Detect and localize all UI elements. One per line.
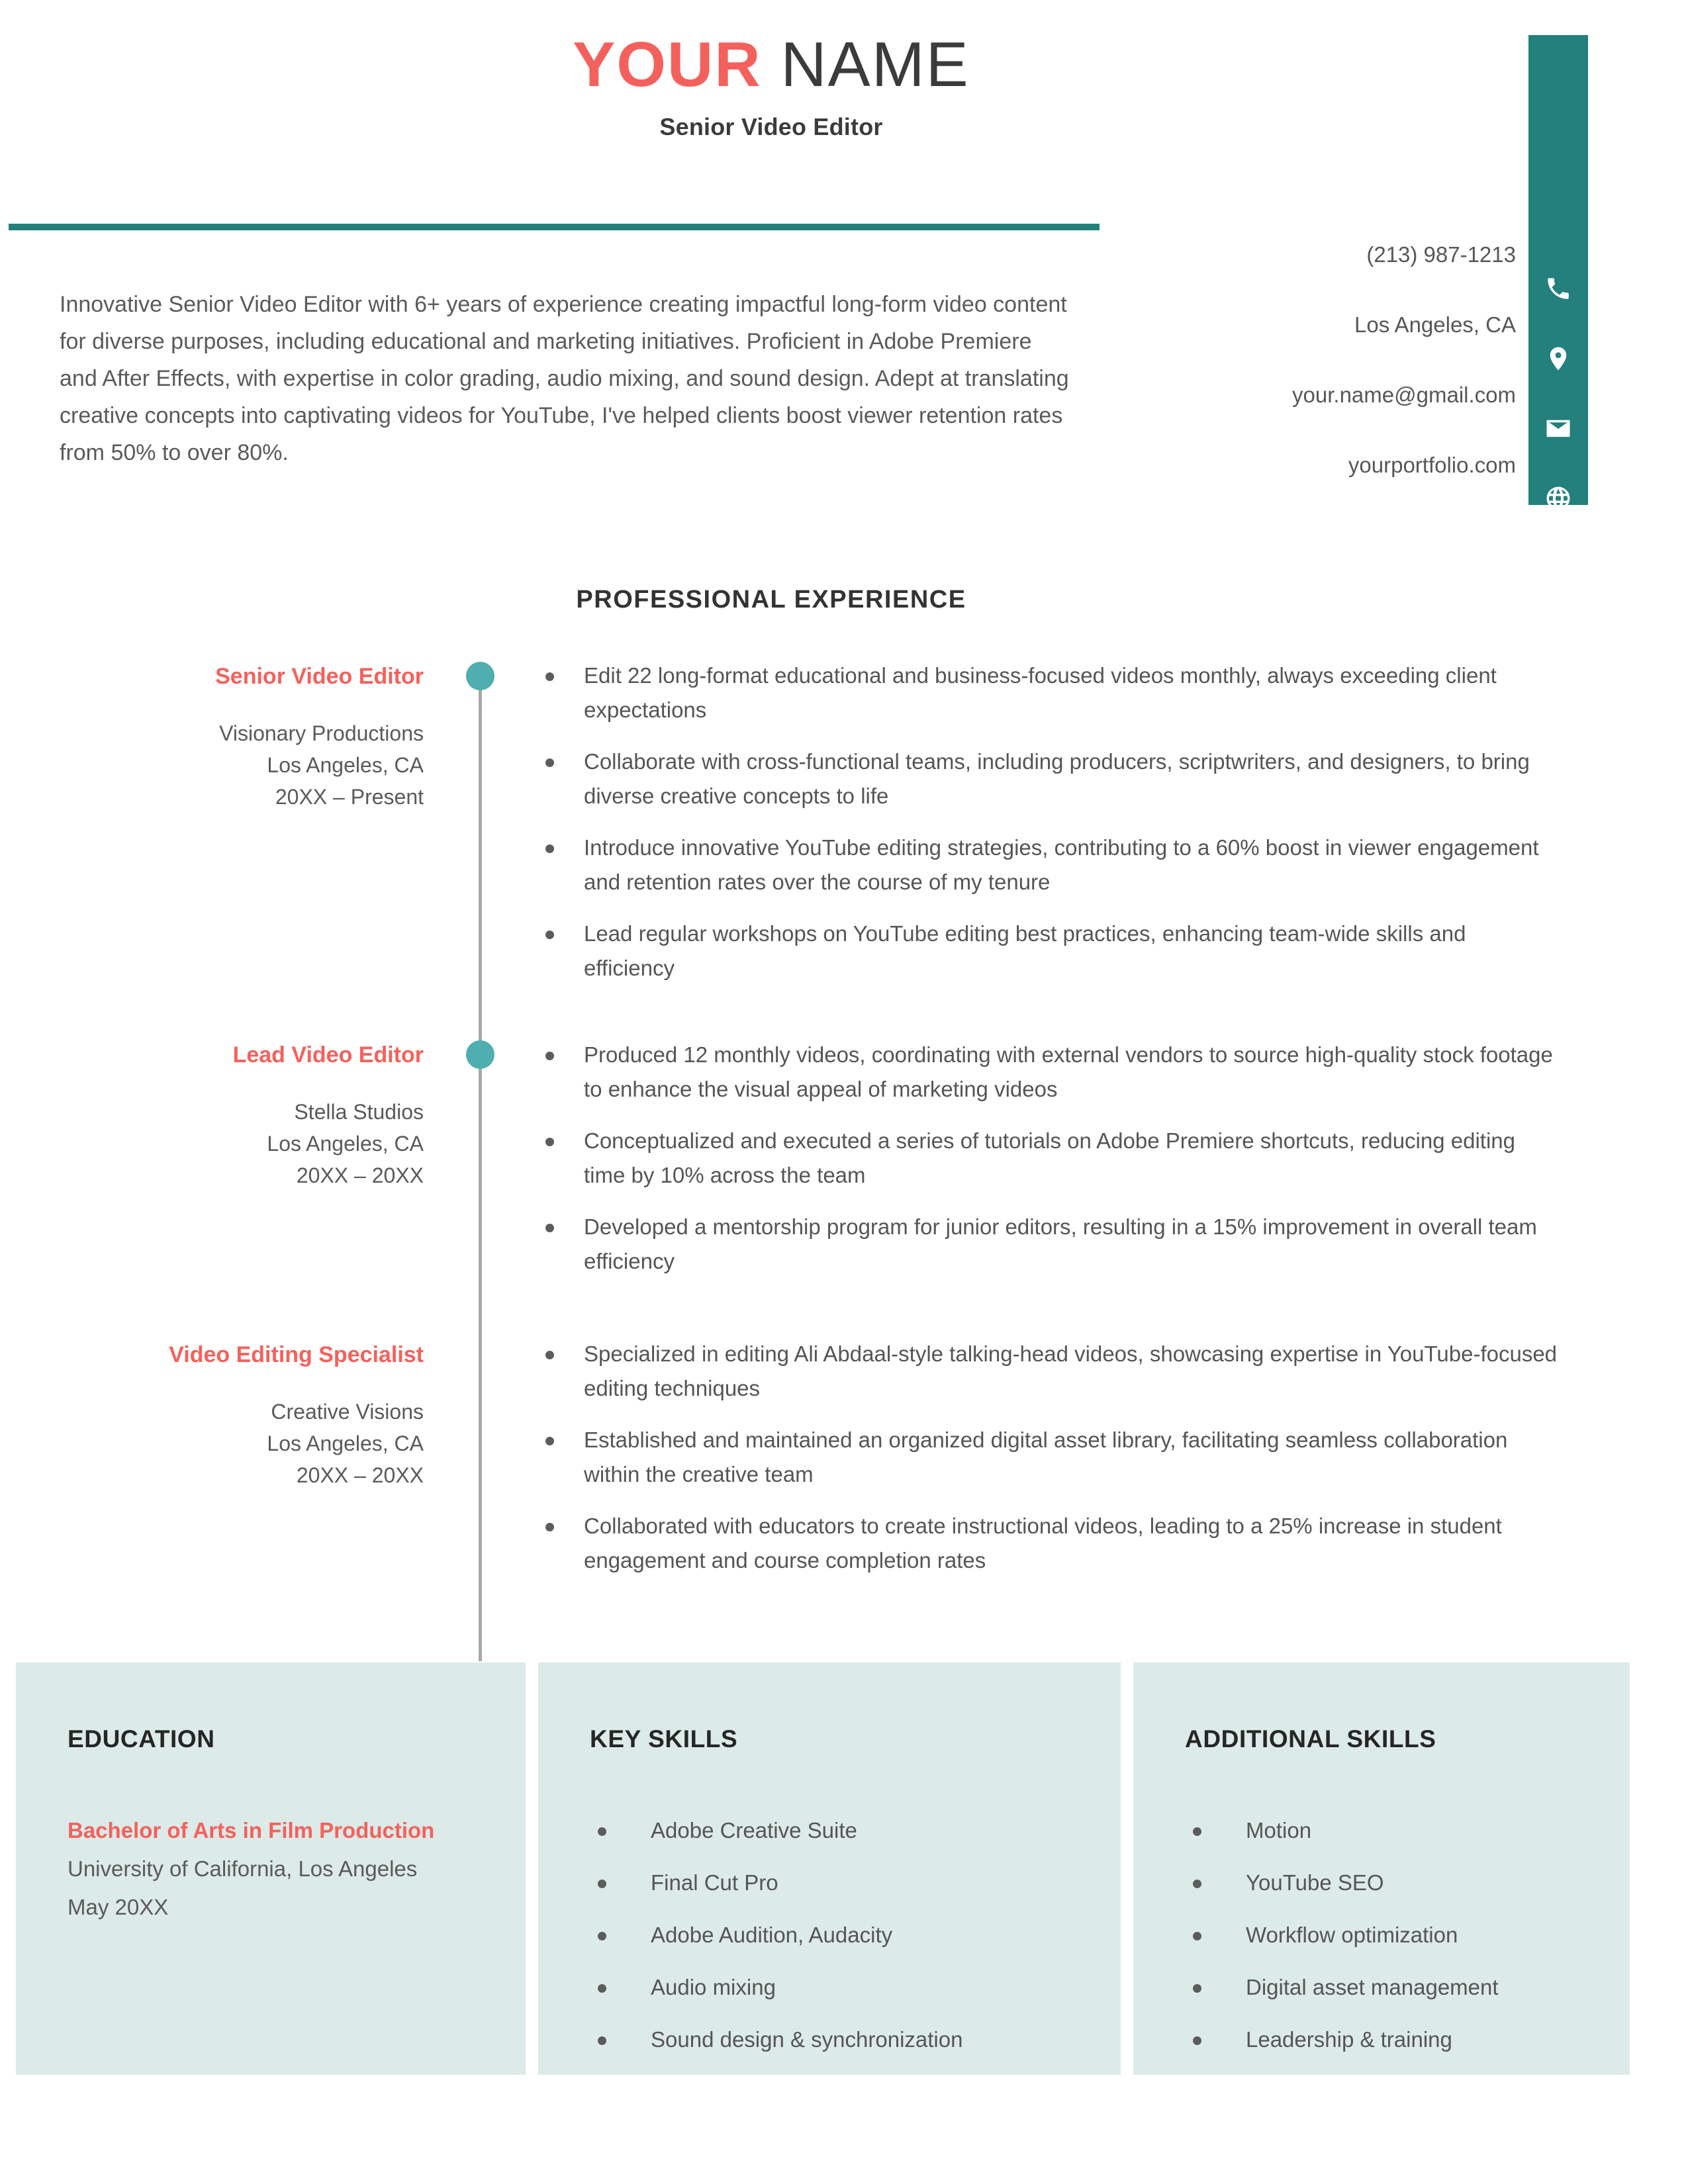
name-block: YOUR NAME Senior Video Editor (0, 29, 1542, 141)
key-skills-list: Adobe Creative Suite Final Cut Pro Adobe… (590, 1815, 1113, 2076)
experience-bullet: Produced 12 monthly videos, coordinating… (530, 1038, 1562, 1107)
experience-company: Stella Studios (294, 1100, 424, 1124)
additional-skill-item: Digital asset management (1185, 1972, 1688, 2003)
additional-skills-list: Motion YouTube SEO Workflow optimization… (1185, 1815, 1688, 2076)
section-heading-key-skills: KEY SKILLS (590, 1725, 738, 1752)
education-school: University of California, Los Angeles (68, 1856, 418, 1881)
experience-location: Los Angeles, CA (267, 753, 424, 777)
experience-bullet: Introduce innovative YouTube editing str… (530, 831, 1562, 899)
education-date: May 20XX (68, 1895, 169, 1919)
experience-bullet: Specialized in editing Ali Abdaal-style … (530, 1337, 1562, 1406)
experience-entry-bullets: Produced 12 monthly videos, coordinating… (530, 1038, 1562, 1296)
experience-entry-meta: Senior Video Editor Visionary Production… (79, 662, 424, 813)
experience-job-title: Senior Video Editor (215, 664, 424, 689)
section-heading-education: EDUCATION (68, 1725, 215, 1752)
experience-entry-meta: Video Editing Specialist Creative Vision… (79, 1340, 424, 1491)
phone-icon (1528, 270, 1588, 307)
envelope-icon (1528, 410, 1588, 447)
contact-icon-bar (1528, 35, 1588, 510)
additional-skill-item: YouTube SEO (1185, 1867, 1688, 1899)
timeline-line (479, 668, 482, 1661)
timeline-dot (466, 662, 494, 690)
resume-header: YOUR NAME Senior Video Editor (0, 0, 1688, 192)
key-skill-item: Audio mixing (590, 1972, 1113, 2003)
bottom-skills-section: EDUCATION Bachelor of Arts in Film Produ… (16, 1662, 1642, 2075)
additional-skill-item: Leadership & training (1185, 2024, 1688, 2056)
experience-bullet: Conceptualized and executed a series of … (530, 1124, 1562, 1193)
experience-dates: 20XX – 20XX (296, 1463, 424, 1487)
experience-bullet: Developed a mentorship program for junio… (530, 1210, 1562, 1279)
key-skills-column: KEY SKILLS Adobe Creative Suite Final Cu… (538, 1662, 1121, 2075)
experience-entry-bullets: Edit 22 long-format educational and busi… (530, 659, 1562, 1003)
professional-summary: Innovative Senior Video Editor with 6+ y… (60, 292, 1069, 465)
experience-bullet: Edit 22 long-format educational and busi… (530, 659, 1562, 727)
section-heading-additional-skills: ADDITIONAL SKILLS (1185, 1725, 1436, 1752)
header-divider-rule (9, 224, 1100, 230)
section-heading-experience: PROFESSIONAL EXPERIENCE (576, 586, 966, 614)
key-skill-item: Adobe Audition, Audacity (590, 1919, 1113, 1951)
timeline-dot (466, 1040, 494, 1069)
education-body: Bachelor of Arts in Film Production Univ… (68, 1811, 465, 1927)
key-skill-item: Sound design & synchronization (590, 2024, 1113, 2056)
experience-company: Visionary Productions (219, 721, 424, 745)
experience-company-block: Visionary Productions Los Angeles, CA 20… (79, 717, 424, 813)
location-pin-icon (1528, 340, 1588, 377)
experience-bullet: Collaborate with cross-functional teams,… (530, 745, 1562, 813)
experience-location: Los Angeles, CA (267, 1432, 424, 1455)
column-divider (1121, 1662, 1133, 2075)
job-title: Senior Video Editor (659, 113, 883, 140)
key-skill-item: Adobe Creative Suite (590, 1815, 1113, 1846)
additional-skills-column: ADDITIONAL SKILLS Motion YouTube SEO Wor… (1133, 1662, 1630, 2075)
experience-entry-bullets: Specialized in editing Ali Abdaal-style … (530, 1337, 1562, 1595)
experience-company: Creative Visions (271, 1400, 424, 1424)
education-column: EDUCATION Bachelor of Arts in Film Produ… (16, 1662, 526, 2075)
first-name: YOUR (573, 29, 762, 100)
experience-bullet: Lead regular workshops on YouTube editin… (530, 917, 1562, 985)
experience-dates: 20XX – Present (275, 785, 424, 809)
globe-icon (1528, 480, 1588, 517)
education-degree: Bachelor of Arts in Film Production (68, 1818, 435, 1843)
experience-job-title: Lead Video Editor (232, 1042, 424, 1068)
additional-skill-item: Motion (1185, 1815, 1688, 1846)
experience-company-block: Stella Studios Los Angeles, CA 20XX – 20… (79, 1096, 424, 1191)
last-name: NAME (761, 29, 970, 100)
experience-company-block: Creative Visions Los Angeles, CA 20XX – … (79, 1396, 424, 1491)
experience-bullet: Established and maintained an organized … (530, 1423, 1562, 1492)
experience-location: Los Angeles, CA (267, 1132, 424, 1156)
experience-bullet: Collaborated with educators to create in… (530, 1509, 1562, 1578)
key-skill-item: Final Cut Pro (590, 1867, 1113, 1899)
additional-skill-item: Workflow optimization (1185, 1919, 1688, 1951)
full-name: YOUR NAME (0, 29, 1542, 100)
experience-entry-meta: Lead Video Editor Stella Studios Los Ang… (79, 1040, 424, 1191)
experience-job-title: Video Editing Specialist (169, 1342, 424, 1367)
experience-dates: 20XX – 20XX (296, 1163, 424, 1187)
column-divider (526, 1662, 538, 2075)
